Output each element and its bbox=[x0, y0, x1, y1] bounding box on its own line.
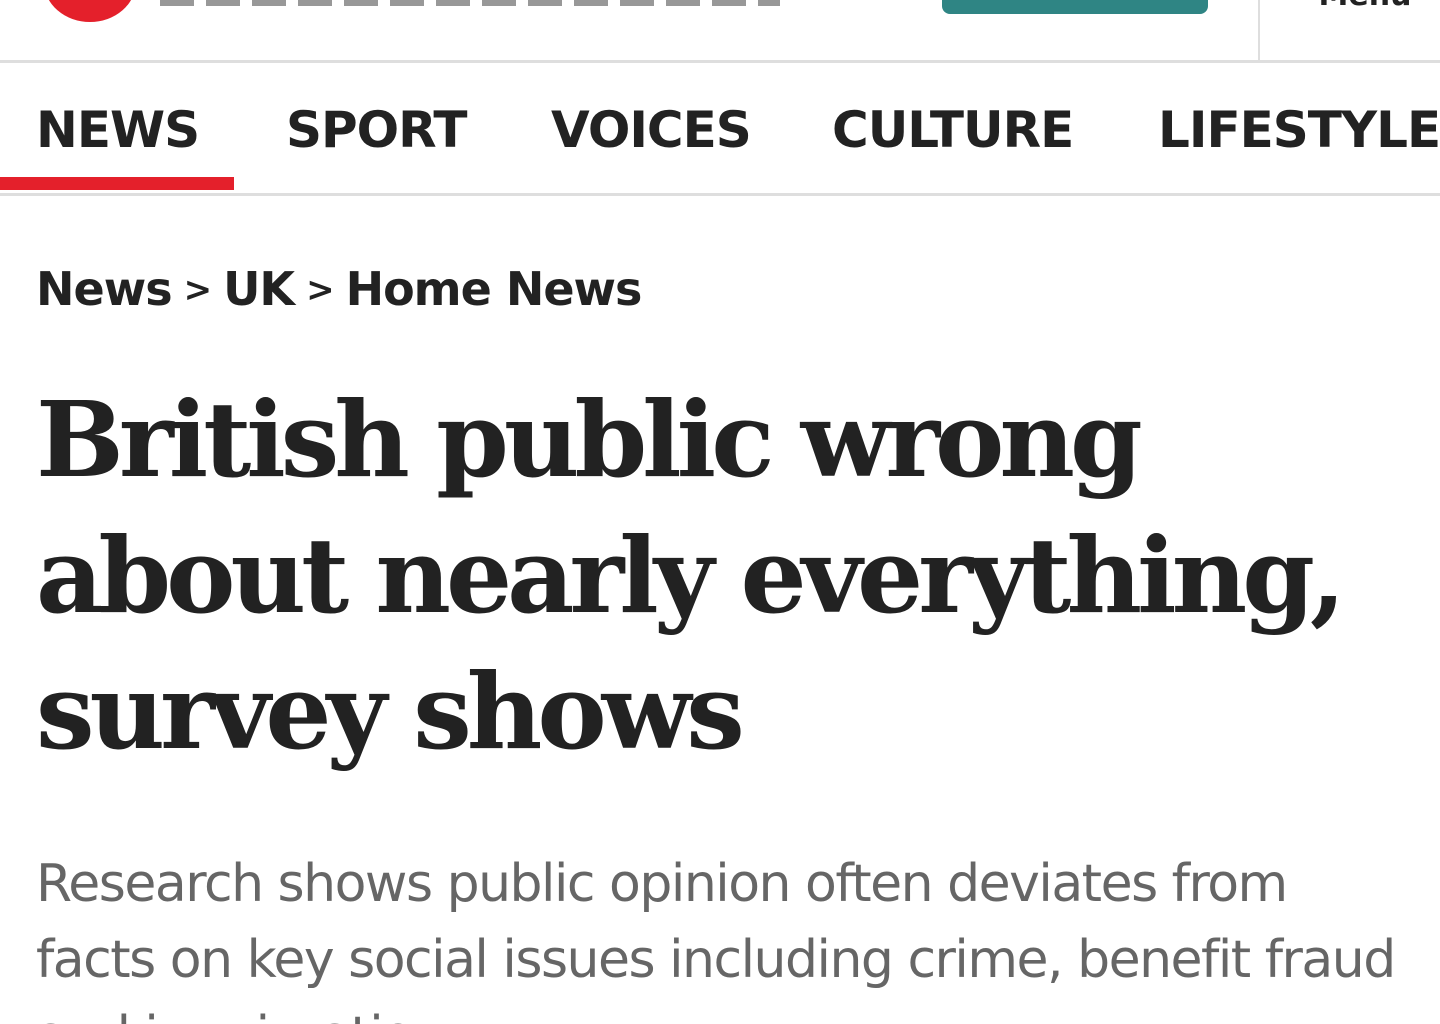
nav-item-voices[interactable]: VOICES bbox=[551, 101, 752, 159]
site-masthead: Menu bbox=[0, 0, 1440, 63]
article-standfirst: Research shows public opinion often devi… bbox=[36, 854, 1396, 1024]
menu-button[interactable]: Menu bbox=[1300, 0, 1430, 13]
breadcrumb: News > UK > Home News bbox=[36, 262, 643, 316]
breadcrumb-uk[interactable]: UK bbox=[223, 262, 295, 316]
nav-item-lifestyle[interactable]: LIFESTYLE bbox=[1158, 101, 1440, 159]
article-headline: British public wrong about nearly everyt… bbox=[36, 378, 1346, 773]
nav-item-culture[interactable]: CULTURE bbox=[832, 101, 1074, 159]
breadcrumb-separator: > bbox=[183, 270, 212, 310]
section-nav: NEWS SPORT VOICES CULTURE LIFESTYLE bbox=[0, 63, 1440, 196]
breadcrumb-separator: > bbox=[306, 270, 334, 310]
nav-active-indicator bbox=[0, 177, 234, 190]
menu-divider bbox=[1258, 0, 1260, 60]
site-wordmark bbox=[160, 0, 780, 6]
subscribe-button[interactable] bbox=[942, 0, 1208, 14]
breadcrumb-news[interactable]: News bbox=[36, 262, 173, 316]
breadcrumb-home-news[interactable]: Home News bbox=[346, 262, 643, 316]
site-logo[interactable] bbox=[44, 0, 136, 22]
nav-item-sport[interactable]: SPORT bbox=[286, 101, 468, 159]
nav-item-news[interactable]: NEWS bbox=[36, 101, 200, 159]
